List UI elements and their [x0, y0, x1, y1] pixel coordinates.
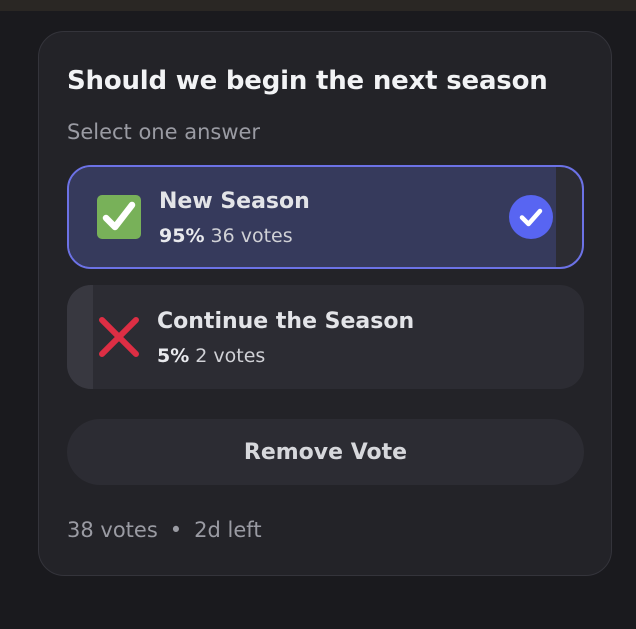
poll-card: Should we begin the next season Select o…	[38, 31, 612, 576]
answer-label: Continue the Season	[157, 309, 415, 334]
time-left: 2d left	[194, 518, 262, 542]
answer-percent: 5%	[157, 345, 190, 367]
cross-mark-emoji-icon	[99, 317, 139, 357]
separator-dot: •	[169, 518, 183, 542]
poll-footer: 38 votes • 2d left	[67, 518, 262, 542]
answer-label: New Season	[159, 189, 310, 214]
poll-answer-continue-the-season[interactable]: Continue the Season 5% 2 votes	[67, 285, 584, 389]
answer-stats: 5% 2 votes	[157, 345, 265, 367]
selected-check-icon	[509, 195, 553, 239]
vote-share-bar	[69, 167, 557, 267]
vote-share-bar	[67, 285, 93, 389]
remove-vote-button[interactable]: Remove Vote	[67, 419, 584, 485]
answer-stats: 95% 36 votes	[159, 225, 293, 247]
total-votes: 38 votes	[67, 518, 158, 542]
poll-answer-new-season[interactable]: New Season 95% 36 votes	[67, 165, 584, 269]
poll-question: Should we begin the next season	[67, 66, 548, 96]
answer-vote-count: 2 votes	[195, 345, 266, 367]
answer-vote-count: 36 votes	[210, 225, 293, 247]
answer-percent: 95%	[159, 225, 205, 247]
check-mark-emoji-icon	[97, 195, 141, 239]
poll-instructions: Select one answer	[67, 120, 261, 144]
top-strip	[0, 0, 636, 11]
